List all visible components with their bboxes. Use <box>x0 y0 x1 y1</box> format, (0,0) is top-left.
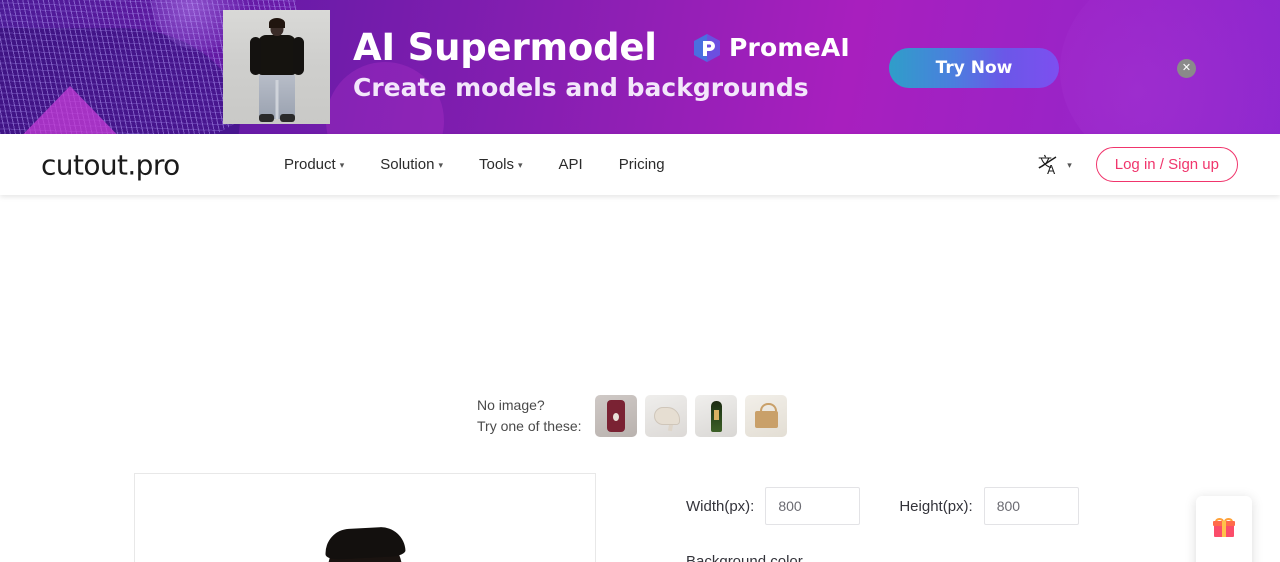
height-input[interactable] <box>983 487 1079 525</box>
height-label: Height(px): <box>899 497 973 515</box>
nav-item-product[interactable]: Product ▾ <box>284 156 344 173</box>
site-header: cutout.pro Product ▾ Solution ▾ Tools ▾ … <box>0 134 1280 195</box>
login-signup-button[interactable]: Log in / Sign up <box>1095 147 1238 182</box>
settings-form: Width(px): Height(px): Background color … <box>686 487 1146 562</box>
image-preview-panel[interactable] <box>134 473 596 562</box>
language-switcher[interactable]: 文 A ▾ <box>1038 154 1072 176</box>
banner-decoration-triangle <box>8 86 132 134</box>
gift-icon[interactable] <box>1211 514 1237 540</box>
site-logo[interactable]: cutout.pro <box>41 148 180 181</box>
try-now-button[interactable]: Try Now <box>889 48 1059 88</box>
banner-subtitle: Create models and backgrounds <box>353 73 809 102</box>
dimensions-row: Width(px): Height(px): <box>686 487 1146 525</box>
translate-icon: 文 A <box>1038 155 1057 176</box>
banner-model-thumbnail <box>223 10 330 124</box>
floating-toolbar <box>1196 496 1252 562</box>
chevron-down-icon: ▾ <box>438 160 443 170</box>
sample-thumbnail-handbag[interactable] <box>744 395 787 437</box>
portrait-photo <box>265 525 465 562</box>
width-input[interactable] <box>765 487 861 525</box>
close-banner-button[interactable]: ✕ <box>1177 59 1196 78</box>
sample-images-section: No image? Try one of these: <box>477 395 787 437</box>
chevron-down-icon: ▾ <box>518 160 523 170</box>
promo-banner: AI Supermodel Create models and backgrou… <box>0 0 1280 134</box>
sample-thumbnail-shoe[interactable] <box>644 395 687 437</box>
sample-label-line1: No image? <box>477 397 545 413</box>
banner-title: AI Supermodel <box>353 26 657 69</box>
chevron-down-icon: ▾ <box>339 160 345 170</box>
sample-thumbnail-champagne-bottle[interactable] <box>694 395 737 437</box>
chevron-down-icon: ▾ <box>1067 160 1072 170</box>
background-color-label: Background color <box>686 553 803 562</box>
nav-item-pricing[interactable]: Pricing <box>619 156 665 173</box>
nav-label-api: API <box>558 156 583 173</box>
promeai-brand: PromeAI <box>694 33 850 62</box>
main-nav: Product ▾ Solution ▾ Tools ▾ API Pricing <box>284 156 665 173</box>
width-label: Width(px): <box>686 497 755 515</box>
sample-images-label: No image? Try one of these: <box>477 395 582 437</box>
promeai-logo-icon <box>694 33 720 62</box>
nav-label-pricing: Pricing <box>618 156 665 173</box>
nav-label-product: Product <box>284 156 336 173</box>
promeai-brand-name: PromeAI <box>729 33 850 62</box>
header-right-actions: 文 A ▾ Log in / Sign up <box>1038 147 1238 182</box>
banner-decoration-right-glow <box>1060 0 1280 134</box>
nav-label-tools: Tools <box>478 156 515 173</box>
main-content: No image? Try one of these: Width(px): 8… <box>0 195 1280 562</box>
sample-label-line2: Try one of these: <box>477 418 582 434</box>
sample-thumbnail-phone-case[interactable] <box>594 395 637 437</box>
sample-thumbnail-list <box>594 395 787 437</box>
svg-text:A: A <box>1047 163 1056 176</box>
nav-item-tools[interactable]: Tools ▾ <box>479 156 523 173</box>
nav-item-solution[interactable]: Solution ▾ <box>380 156 443 173</box>
nav-item-api[interactable]: API <box>559 156 583 173</box>
nav-label-solution: Solution <box>380 156 435 173</box>
